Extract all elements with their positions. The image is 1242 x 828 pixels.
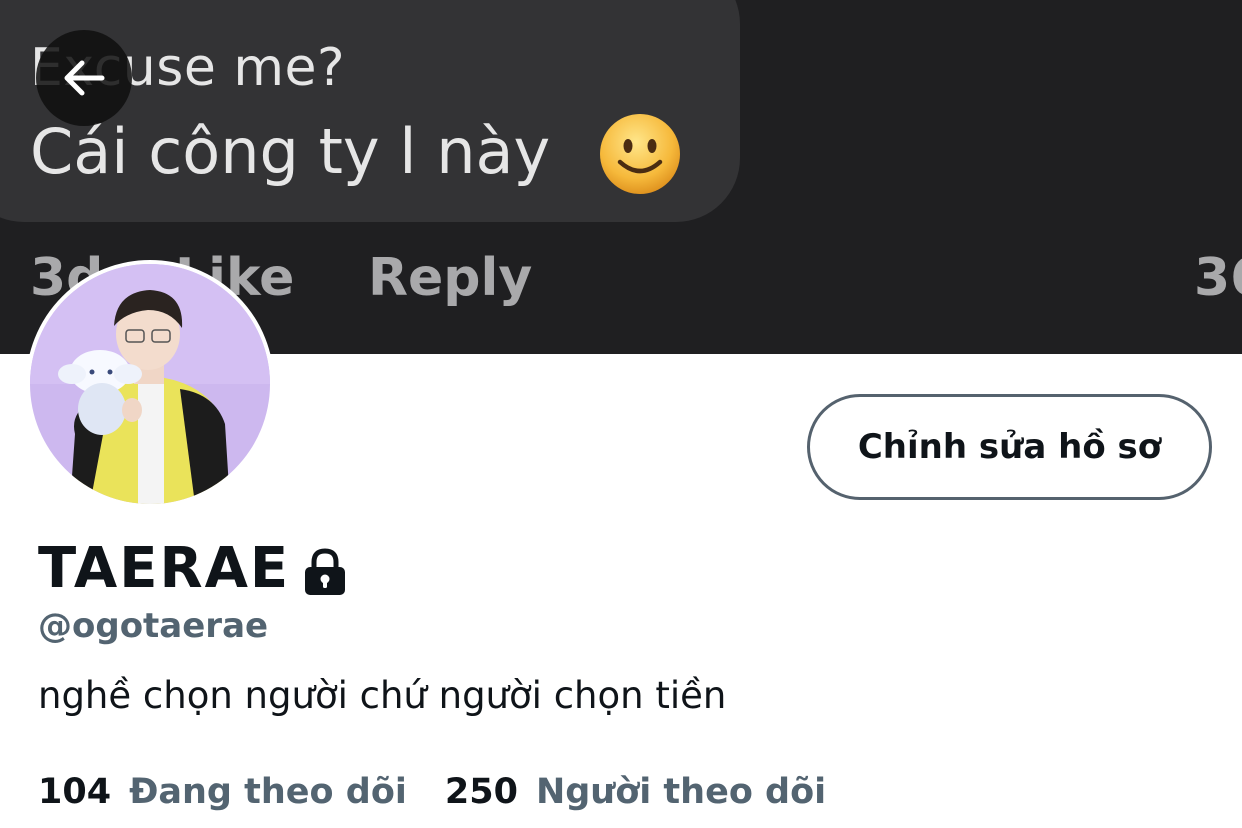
smiley-icon (600, 114, 680, 194)
display-name: TAERAE (38, 536, 291, 601)
edit-profile-button[interactable]: Chỉnh sửa hồ sơ (807, 394, 1212, 500)
following-label[interactable]: Đang theo dõi (129, 772, 407, 812)
reaction-count: 36 (1194, 248, 1242, 308)
comment-line-2: Cái công ty l này (30, 115, 551, 188)
followers-count[interactable]: 250 (445, 772, 518, 812)
following-count[interactable]: 104 (38, 772, 111, 812)
reply-link: Reply (368, 248, 533, 308)
avatar-photo (30, 264, 270, 504)
back-button[interactable] (36, 30, 132, 126)
followers-label[interactable]: Người theo dõi (536, 772, 826, 812)
arrow-left-icon (64, 60, 105, 96)
profile-name-row: TAERAE (38, 536, 348, 601)
username-handle: @ogotaerae (38, 606, 269, 646)
lock-icon (305, 547, 346, 595)
profile-bio: nghề chọn người chứ người chọn tiền (38, 674, 727, 717)
avatar[interactable] (26, 260, 274, 508)
follow-stats: 104 Đang theo dõi 250 Người theo dõi (38, 772, 826, 812)
